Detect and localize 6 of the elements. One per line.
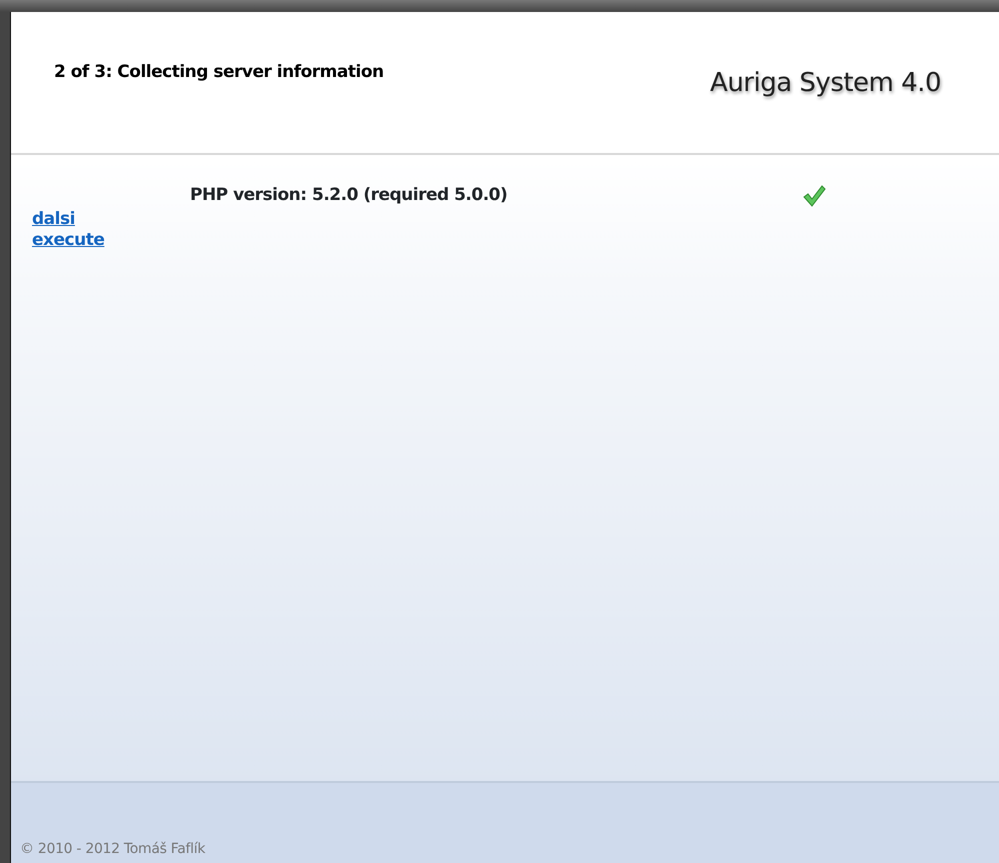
link[interactable]: dalsi	[32, 208, 75, 230]
step-title: 2 of 3: Collecting server information	[54, 61, 384, 84]
product-title: Auriga System 4.0	[710, 67, 941, 100]
link[interactable]: execute	[32, 230, 104, 251]
check-label: PHP version: 5.2.0 (required 5.0.0)	[190, 184, 508, 207]
copyright-text: © 2010 - 2012 Tomáš Faflík	[20, 840, 206, 859]
